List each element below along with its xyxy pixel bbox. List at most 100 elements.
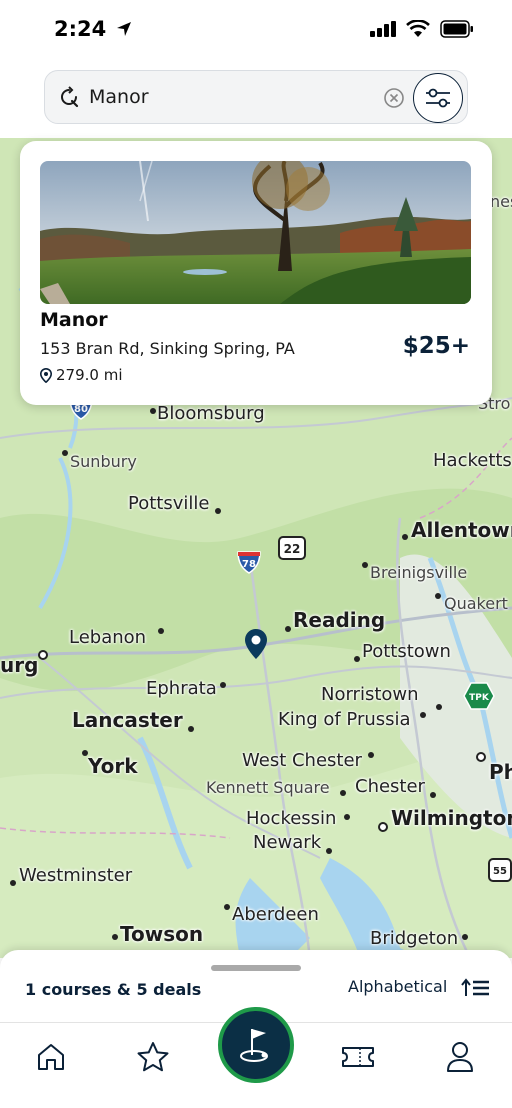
map-label-york: York — [88, 754, 138, 778]
map-label-newark: Newark — [253, 832, 322, 853]
ticket-icon — [342, 1047, 374, 1067]
status-icons — [370, 20, 474, 38]
map-label-harrisburg: urg — [0, 653, 39, 677]
city-dot — [10, 880, 16, 886]
map-label-wilmington: Wilmington — [391, 806, 512, 830]
search-icon — [61, 86, 79, 108]
tab-profile[interactable] — [440, 1037, 480, 1077]
search-box[interactable] — [44, 70, 468, 124]
location-arrow-icon — [116, 22, 131, 36]
map-label-breinigsville: Breinigsville — [370, 563, 468, 582]
route-55-number: 55 — [493, 866, 507, 877]
city-dot — [362, 562, 368, 568]
map-label-towson: Towson — [120, 922, 204, 946]
course-name: Manor — [40, 309, 108, 331]
city-dot — [340, 790, 346, 796]
map-label-chester: Chester — [355, 776, 425, 797]
map-label-westminster: Westminster — [19, 865, 133, 886]
course-location-pin-icon[interactable] — [244, 628, 268, 660]
tab-deals[interactable] — [338, 1037, 378, 1077]
map-label-sunbury: Sunbury — [70, 452, 137, 471]
city-dot — [224, 904, 230, 910]
city-dot — [420, 712, 426, 718]
interstate-78-number: 78 — [242, 559, 256, 570]
map-label-bridgeton: Bridgeton — [370, 928, 459, 949]
tab-bar — [0, 1007, 512, 1108]
search-input[interactable] — [89, 81, 369, 113]
capital-marker — [38, 650, 48, 660]
city-dot — [344, 814, 350, 820]
turnpike-label: TPK — [469, 693, 490, 703]
city-dot — [285, 626, 291, 632]
map-label-hackettstown: Hacketts — [433, 450, 512, 471]
battery-icon — [440, 20, 473, 38]
city-dot — [188, 726, 194, 732]
city-dot — [326, 848, 332, 854]
golf-flag-icon — [240, 1029, 268, 1062]
map-label-allentown: Allentown — [411, 518, 512, 542]
city-dot — [62, 450, 68, 456]
tab-favorites[interactable] — [133, 1037, 173, 1077]
location-pin-icon — [40, 367, 52, 383]
status-time-text: 2:24 — [54, 17, 107, 41]
city-ring-marker — [476, 752, 486, 762]
city-dot — [215, 508, 221, 514]
profile-icon — [447, 1042, 473, 1072]
city-dot — [368, 752, 374, 758]
city-dot — [436, 704, 442, 710]
map-label-pottstown: Pottstown — [362, 641, 451, 662]
map-label-reading: Reading — [293, 608, 386, 632]
star-icon — [137, 1042, 169, 1072]
city-dot — [220, 682, 226, 688]
sheet-drag-handle[interactable] — [211, 965, 301, 971]
cellular-signal-icon — [370, 21, 396, 37]
map-label-bloomsburg: Bloomsburg — [157, 403, 265, 424]
golf-course-image — [40, 161, 471, 304]
wifi-icon — [406, 20, 430, 37]
map-label-aberdeen: Aberdeen — [232, 904, 319, 925]
tab-courses[interactable] — [218, 1007, 294, 1083]
filter-sliders-icon — [426, 88, 450, 108]
city-dot — [150, 408, 156, 414]
course-card[interactable]: Manor 153 Bran Rd, Sinking Spring, PA 27… — [20, 141, 492, 405]
city-dot — [82, 750, 88, 756]
status-time: 2:24 — [54, 17, 132, 41]
city-ring-marker — [378, 822, 388, 832]
filter-button[interactable] — [413, 73, 463, 123]
status-bar: 2:24 — [0, 0, 512, 62]
city-dot — [112, 934, 118, 940]
map-label-pottsville: Pottsville — [128, 493, 210, 514]
map-label-west-chester: West Chester — [242, 750, 362, 771]
map-label-ephrata: Ephrata — [146, 678, 217, 699]
home-icon — [38, 1044, 64, 1070]
course-price: $25+ — [402, 333, 470, 359]
sort-order-icon[interactable] — [460, 978, 490, 998]
map-label-lebanon: Lebanon — [69, 627, 147, 648]
city-dot — [435, 593, 441, 599]
city-dot — [462, 934, 468, 940]
city-dot — [158, 628, 164, 634]
map-label-kennett-square: Kennett Square — [206, 778, 330, 797]
tab-home[interactable] — [31, 1037, 71, 1077]
route-55-shield: 55 — [488, 858, 512, 882]
course-photo — [40, 161, 471, 304]
map-label-king-of-prussia: King of Prussia — [278, 709, 411, 730]
map-label-norristown: Norristown — [321, 684, 419, 705]
map-label-quakertown: Quakert — [444, 594, 508, 613]
interstate-80-number: 80 — [74, 404, 88, 415]
clear-search-icon[interactable] — [383, 87, 405, 109]
interstate-78-shield: 78 — [237, 551, 261, 574]
results-count: 1 courses & 5 deals — [25, 980, 202, 999]
city-dot — [402, 534, 408, 540]
course-address: 153 Bran Rd, Sinking Spring, PA — [40, 339, 295, 358]
map-label-philadelphia: Ph — [489, 760, 512, 784]
course-distance: 279.0 mi — [56, 366, 123, 384]
us-22-shield: 22 — [278, 536, 306, 560]
us-22-number: 22 — [284, 542, 301, 556]
map-label-lancaster: Lancaster — [72, 708, 183, 732]
map-label-hockessin: Hockessin — [246, 808, 337, 829]
map-label-top-right: nes — [490, 192, 512, 211]
sort-label[interactable]: Alphabetical — [348, 977, 447, 996]
city-dot — [430, 792, 436, 798]
turnpike-shield: TPK — [463, 682, 495, 710]
